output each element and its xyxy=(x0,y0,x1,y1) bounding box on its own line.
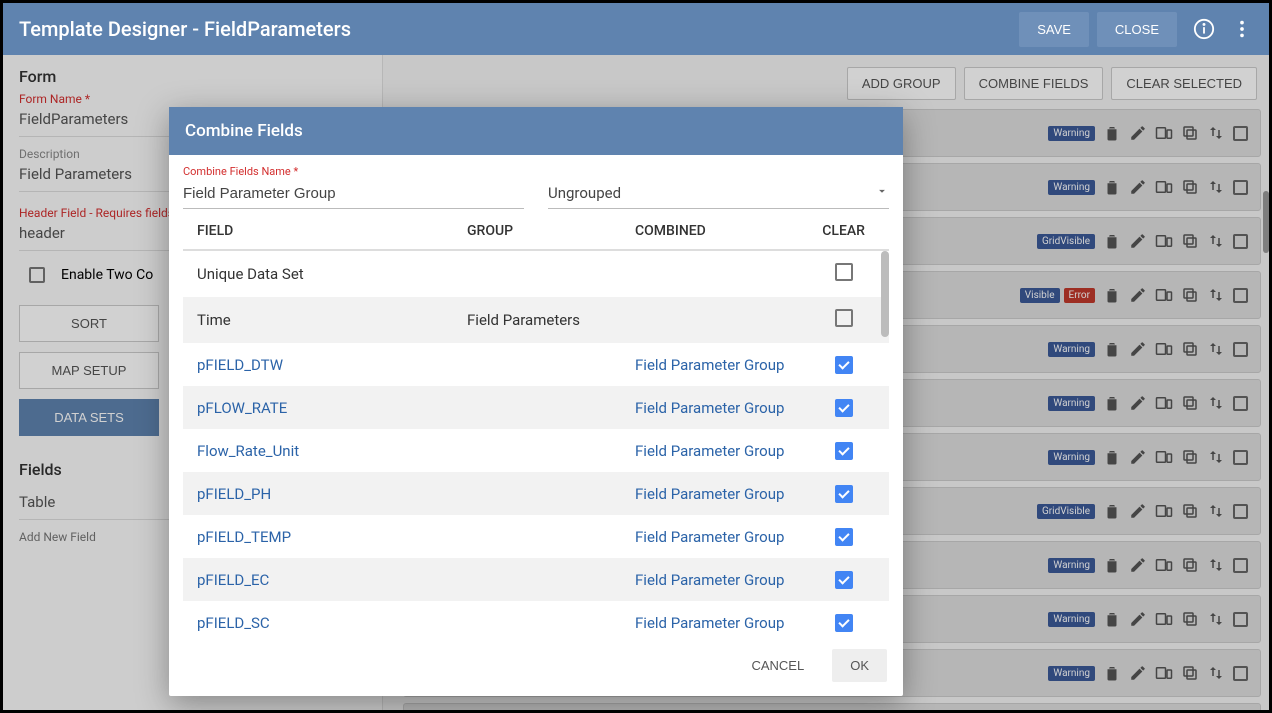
combine-row: Unique Data Set xyxy=(183,251,889,297)
combine-combined: Field Parameter Group xyxy=(635,528,821,546)
modal-title: Combine Fields xyxy=(169,107,903,155)
col-combined: COMBINED xyxy=(635,223,821,239)
clear-checkbox[interactable] xyxy=(835,485,853,503)
combine-combined: Field Parameter Group xyxy=(635,485,821,503)
col-field: FIELD xyxy=(197,223,467,239)
modal-scrollbar[interactable] xyxy=(881,251,889,337)
ok-button[interactable]: OK xyxy=(832,649,887,682)
more-vert-icon[interactable] xyxy=(1231,18,1253,40)
combine-field: Flow_Rate_Unit xyxy=(197,442,467,460)
combine-field: pFIELD_PH xyxy=(197,485,467,503)
clear-checkbox[interactable] xyxy=(835,263,853,281)
combine-field: pFIELD_SC xyxy=(197,614,467,632)
cancel-button[interactable]: CANCEL xyxy=(733,649,822,682)
combine-field: pFIELD_TEMP xyxy=(197,528,467,546)
col-clear: CLEAR xyxy=(821,223,875,239)
combine-row: pFIELD_TEMP Field Parameter Group xyxy=(183,515,889,558)
combine-row: pFIELD_PH Field Parameter Group xyxy=(183,472,889,515)
combine-fields-dialog: Combine Fields Combine Fields Name * Ung… xyxy=(169,107,903,696)
app-header: Template Designer - FieldParameters SAVE… xyxy=(3,3,1269,55)
clear-checkbox[interactable] xyxy=(835,399,853,417)
clear-checkbox[interactable] xyxy=(835,356,853,374)
save-button[interactable]: SAVE xyxy=(1019,12,1089,47)
combine-combined: Field Parameter Group xyxy=(635,571,821,589)
combine-field: pFIELD_EC xyxy=(197,571,467,589)
close-button[interactable]: CLOSE xyxy=(1097,12,1177,47)
combine-field: Unique Data Set xyxy=(197,265,467,283)
combine-name-input[interactable] xyxy=(183,180,524,209)
combine-combined: Field Parameter Group xyxy=(635,356,821,374)
group-select-value: Ungrouped xyxy=(548,184,621,202)
clear-checkbox[interactable] xyxy=(835,442,853,460)
chevron-down-icon xyxy=(875,184,889,202)
combine-row: pFIELD_SC Field Parameter Group xyxy=(183,601,889,639)
group-select[interactable]: Ungrouped xyxy=(548,180,889,209)
combine-row: pFIELD_EC Field Parameter Group xyxy=(183,558,889,601)
combine-row: TimeField Parameters xyxy=(183,297,889,343)
col-group: GROUP xyxy=(467,223,635,239)
clear-checkbox[interactable] xyxy=(835,309,853,327)
combine-row: Flow_Rate_Unit Field Parameter Group xyxy=(183,429,889,472)
page-title: Template Designer - FieldParameters xyxy=(19,17,1011,41)
combine-field: pFLOW_RATE xyxy=(197,399,467,417)
combine-row: pFIELD_DTW Field Parameter Group xyxy=(183,343,889,386)
info-icon[interactable] xyxy=(1193,18,1215,40)
combine-row: pFLOW_RATE Field Parameter Group xyxy=(183,386,889,429)
clear-checkbox[interactable] xyxy=(835,528,853,546)
clear-checkbox[interactable] xyxy=(835,571,853,589)
combine-combined: Field Parameter Group xyxy=(635,399,821,417)
combine-combined: Field Parameter Group xyxy=(635,614,821,632)
combine-combined: Field Parameter Group xyxy=(635,442,821,460)
combine-name-label: Combine Fields Name * xyxy=(183,165,889,178)
combine-field: pFIELD_DTW xyxy=(197,356,467,374)
combine-field: Time xyxy=(197,311,467,329)
clear-checkbox[interactable] xyxy=(835,614,853,632)
combine-group: Field Parameters xyxy=(467,311,635,329)
